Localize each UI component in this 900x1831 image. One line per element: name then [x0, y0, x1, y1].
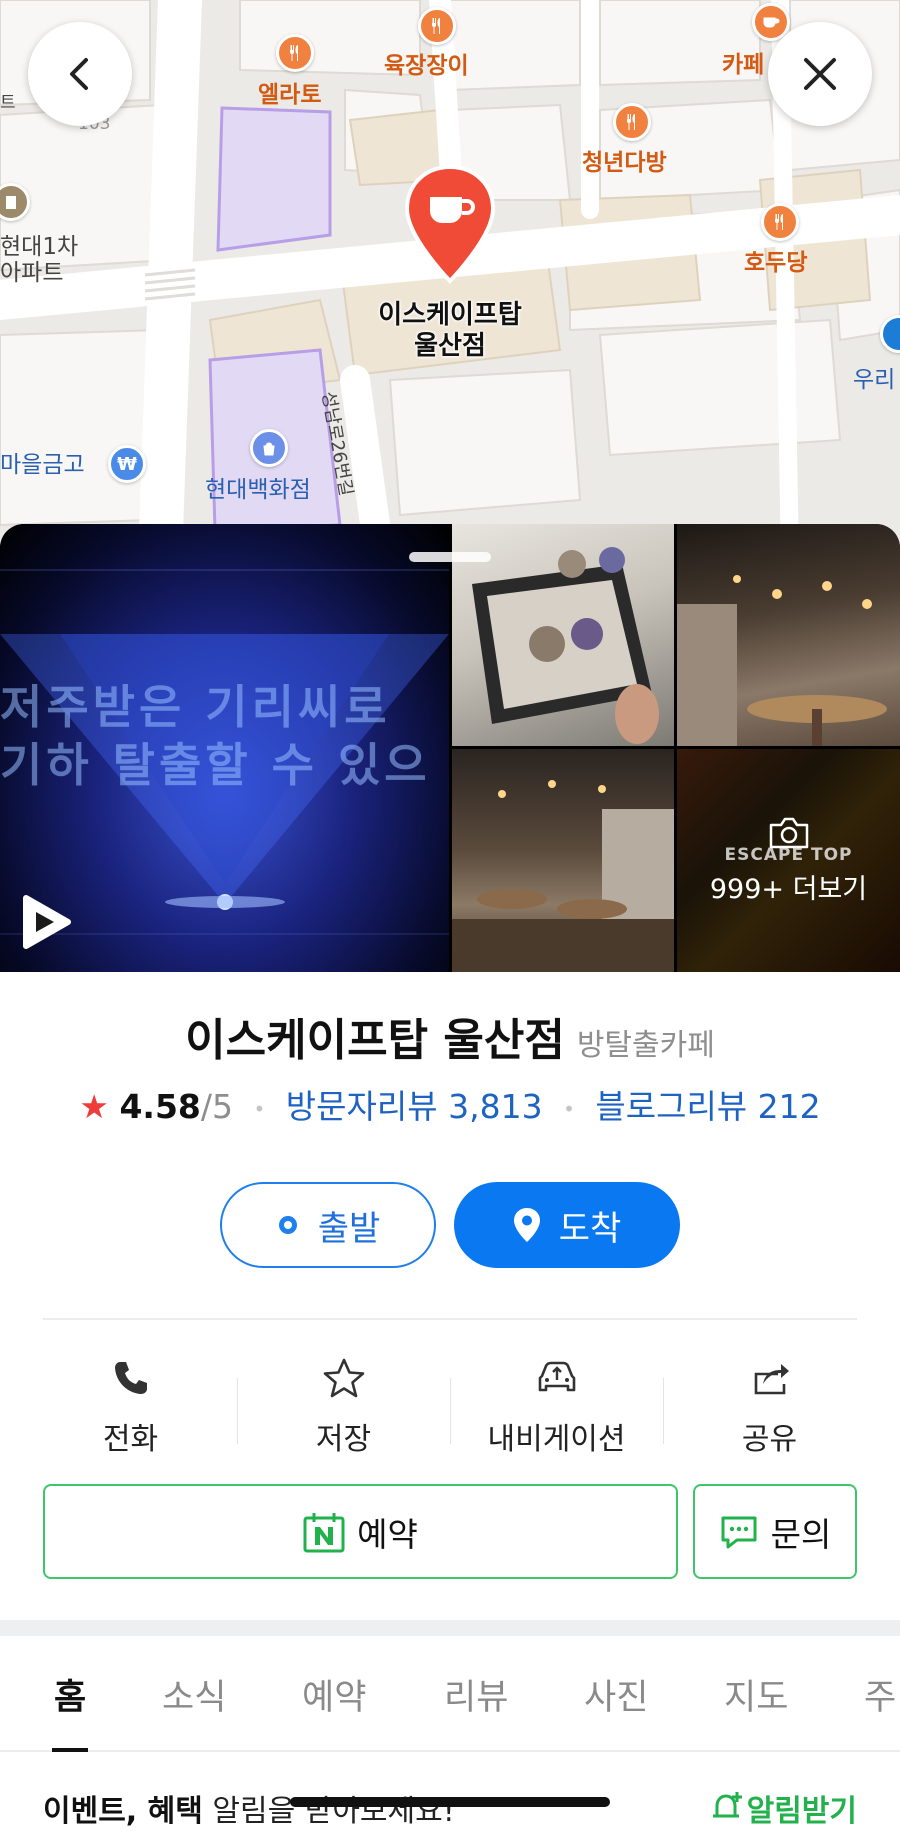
tab-booking[interactable]: 예약 — [302, 1636, 366, 1752]
photo-cafe-seating — [452, 780, 674, 972]
restaurant-pin-icon[interactable] — [761, 203, 799, 241]
action-call-label: 전화 — [102, 1422, 159, 1457]
chevron-left-icon — [70, 58, 88, 90]
photo-thumbnail[interactable] — [452, 749, 674, 972]
home-indicator[interactable] — [290, 1797, 610, 1807]
notice-bold-text: 이벤트, 혜택 — [43, 1794, 203, 1829]
action-save-label: 저장 — [315, 1422, 372, 1457]
tab-map[interactable]: 지도 — [724, 1636, 788, 1752]
restaurant-pin-icon[interactable] — [613, 103, 651, 141]
action-navigation-label: 내비게이션 — [487, 1422, 626, 1457]
place-title-row: 이스케이프탑 울산점 방탈출카페 — [0, 1004, 900, 1068]
section-separator — [0, 1620, 900, 1636]
photo-gallery: 저주받은 기리씨로 기하 탈출할 수 있으 ESCAPE TOP 999+ 더보… — [0, 524, 900, 972]
map-label-ellato: 엘라토 — [258, 82, 322, 108]
place-tabs: 홈 소식 예약 리뷰 사진 지도 주 — [0, 1636, 900, 1752]
action-save[interactable]: 저장 — [237, 1354, 450, 1458]
phone-icon — [111, 1354, 151, 1402]
route-end-label: 도착 — [558, 1208, 622, 1249]
video-thumbnail[interactable]: 저주받은 기리씨로 기하 탈출할 수 있으 — [0, 524, 449, 972]
play-icon[interactable] — [20, 894, 72, 950]
map-label-hyundai-dept: 현대백화점 — [205, 477, 311, 503]
map-label-hodudang: 호두당 — [744, 250, 808, 276]
visitor-reviews-link[interactable]: 방문자리뷰 3,813 — [286, 1087, 543, 1126]
map-view[interactable]: 육장장이 엘라토 청년다방 호두당 카페 현대1차 아파트 103 트 마을금고… — [0, 0, 900, 560]
action-share[interactable]: 공유 — [663, 1354, 876, 1458]
star-icon — [322, 1354, 366, 1402]
tab-photos[interactable]: 사진 — [584, 1636, 648, 1752]
inquiry-label: 문의 — [770, 1514, 832, 1554]
map-label-hyundai-apt: 현대1차 아파트 — [0, 234, 79, 287]
place-pin-icon[interactable] — [403, 165, 497, 285]
rating-score: 4.58 — [119, 1087, 201, 1126]
photo-more-overlay[interactable]: ESCAPE TOP 999+ 더보기 — [677, 749, 900, 972]
close-icon — [804, 58, 836, 90]
photo-more-label: 999+ 더보기 — [709, 874, 868, 905]
photo-more-tile[interactable]: ESCAPE TOP 999+ 더보기 — [677, 749, 900, 972]
close-button[interactable] — [768, 22, 872, 126]
video-overlay-text: 저주받은 기리씨로 기하 탈출할 수 있으 — [0, 680, 431, 792]
star-rating-icon: ★ — [79, 1087, 109, 1126]
car-icon — [534, 1354, 580, 1402]
map-label-yukjang: 육장장이 — [384, 53, 469, 79]
destination-pin-icon — [513, 1207, 541, 1243]
photo-thumbnail[interactable] — [677, 524, 900, 746]
subscribe-label: 알림받기 — [746, 1794, 857, 1829]
photo-brand-text: ESCAPE TOP — [724, 845, 853, 865]
tab-news[interactable]: 소식 — [162, 1636, 226, 1752]
place-detail-sheet: 저주받은 기리씨로 기하 탈출할 수 있으 ESCAPE TOP 999+ 더보… — [0, 524, 900, 1831]
shopping-pin-icon[interactable] — [250, 429, 288, 467]
map-label-woori: 우리 — [853, 367, 896, 393]
booking-label: 예약 — [357, 1514, 418, 1554]
inquiry-button[interactable]: 문의 — [693, 1484, 857, 1579]
naver-booking-icon — [303, 1511, 345, 1553]
tab-home[interactable]: 홈 — [51, 1636, 89, 1752]
place-category: 방탈출카페 — [576, 1028, 715, 1063]
action-call[interactable]: 전화 — [24, 1354, 237, 1458]
booking-button[interactable]: 예약 — [43, 1484, 678, 1579]
rating-row: ★ 4.58/5 • 방문자리뷰 3,813 • 블로그리뷰 212 — [0, 1080, 900, 1128]
separator-dot: • — [253, 1096, 266, 1121]
photo-cafe-interior — [677, 575, 887, 746]
place-pin-label: 이스케이프탑 울산점 — [378, 300, 522, 362]
separator-dot: • — [563, 1096, 575, 1121]
notice-row: 이벤트, 혜택 알림을 받아보세요! 알림받기 — [43, 1786, 857, 1831]
sheet-drag-handle[interactable] — [409, 552, 491, 562]
map-label-edge: 트 — [0, 93, 16, 113]
bell-plus-icon — [712, 1792, 742, 1818]
action-navigation[interactable]: 내비게이션 — [450, 1354, 663, 1458]
quick-actions: 전화 저장 내비게이션 공유 — [24, 1354, 876, 1458]
subscribe-button[interactable]: 알림받기 — [707, 1786, 857, 1830]
tab-reviews[interactable]: 리뷰 — [444, 1636, 508, 1752]
share-icon — [748, 1354, 792, 1402]
route-start-label: 출발 — [317, 1208, 381, 1249]
tab-more[interactable]: 주 — [864, 1636, 896, 1752]
divider — [43, 1318, 857, 1320]
origin-dot-icon — [276, 1213, 300, 1237]
map-label-maeul-bank: 마을금고 — [0, 452, 85, 478]
rating-max: /5 — [200, 1087, 233, 1126]
blog-reviews-link[interactable]: 블로그리뷰 212 — [595, 1087, 820, 1126]
action-share-label: 공유 — [741, 1422, 798, 1457]
place-name: 이스케이프탑 울산점 — [185, 1015, 565, 1066]
route-end-button[interactable]: 도착 — [454, 1182, 680, 1268]
map-label-chungnyeon: 청년다방 — [582, 150, 667, 176]
route-start-button[interactable]: 출발 — [220, 1182, 436, 1268]
bank-pin-icon[interactable]: ₩ — [108, 445, 146, 483]
restaurant-pin-icon[interactable] — [418, 7, 456, 45]
map-label-cafe: 카페 — [722, 52, 765, 78]
restaurant-pin-icon[interactable] — [276, 34, 314, 72]
back-button[interactable] — [28, 22, 132, 126]
chat-icon — [719, 1512, 759, 1552]
